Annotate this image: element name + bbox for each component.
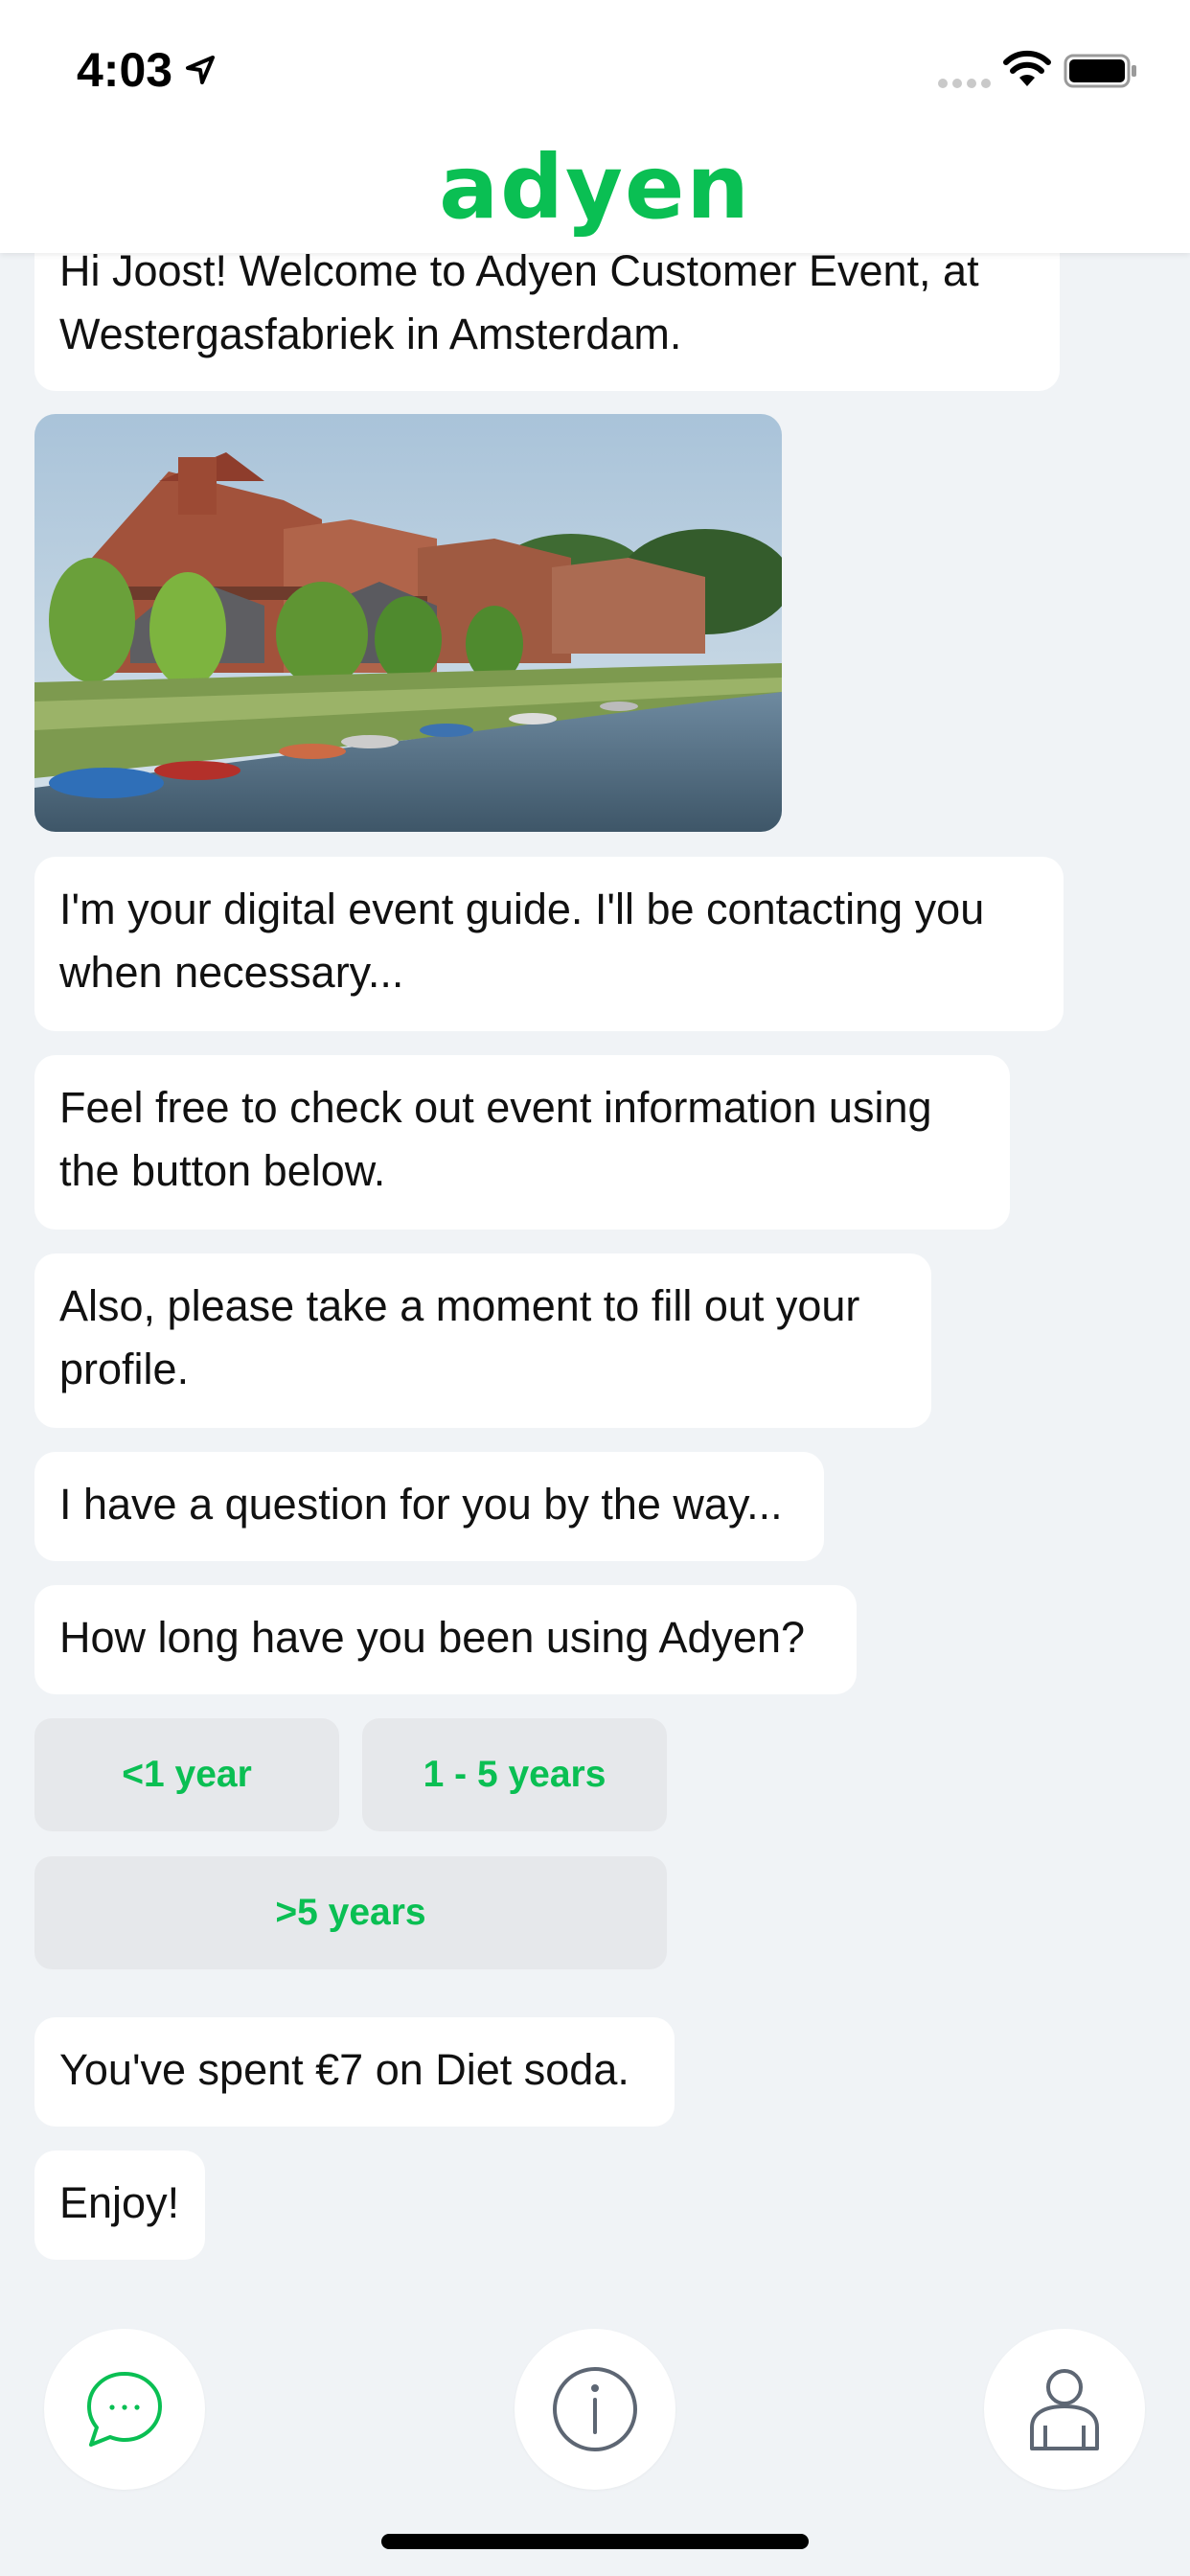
wifi-icon xyxy=(1003,50,1051,86)
top-bar: 4:03 adyen xyxy=(0,0,1190,253)
reply-more-than-5-years-button[interactable]: >5 years xyxy=(34,1856,667,1969)
message-bubble: Hi Joost! Welcome to Adyen Customer Even… xyxy=(34,234,1060,391)
message-bubble: Also, please take a moment to fill out y… xyxy=(34,1254,931,1428)
cellular-signal-icon xyxy=(938,79,991,88)
message-bubble: How long have you been using Adyen? xyxy=(34,1585,857,1694)
westergasfabriek-canal-image xyxy=(34,414,782,832)
status-time: 4:03 xyxy=(77,43,173,97)
message-bubble: You've spent €7 on Diet soda. xyxy=(34,2017,675,2127)
tab-profile[interactable] xyxy=(984,2329,1145,2490)
home-indicator[interactable] xyxy=(381,2534,809,2549)
message-bubble: Feel free to check out event information… xyxy=(34,1055,1010,1230)
reply-1-5-years-button[interactable]: 1 - 5 years xyxy=(362,1718,667,1831)
tab-info[interactable] xyxy=(515,2329,675,2490)
chat-bubble-icon xyxy=(87,2372,162,2447)
battery-icon xyxy=(1064,54,1136,88)
location-arrow-icon xyxy=(186,56,215,84)
message-bubble: I have a question for you by the way... xyxy=(34,1452,824,1561)
venue-photo xyxy=(34,414,782,832)
reply-less-than-1-year-button[interactable]: <1 year xyxy=(34,1718,339,1831)
message-bubble: Enjoy! xyxy=(34,2150,205,2260)
adyen-logo: adyen xyxy=(439,136,751,239)
tab-chat[interactable] xyxy=(44,2329,205,2490)
profile-icon xyxy=(1030,2369,1099,2450)
message-bubble: I'm your digital event guide. I'll be co… xyxy=(34,857,1064,1031)
info-icon xyxy=(553,2367,637,2451)
